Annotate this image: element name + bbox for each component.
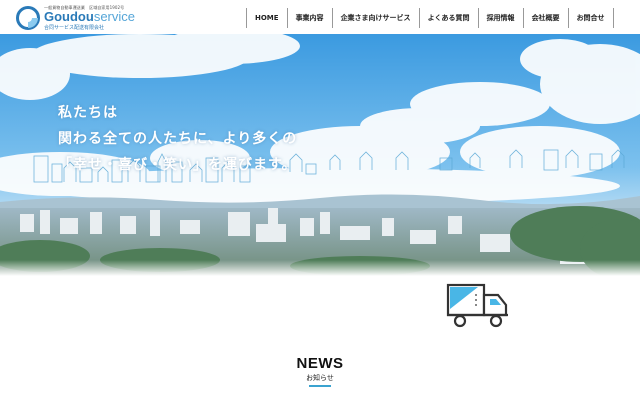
site-header: 一般貨物自動車運送業 区域自家用1902号 Goudouservice 合同サー… — [0, 0, 640, 34]
logo-name-bold: Goudou — [44, 9, 94, 24]
news-title: NEWS — [296, 355, 344, 372]
hero-line-3: 「幸せ・喜び・笑い」を運びます。 — [58, 157, 297, 173]
logo-name-light: service — [93, 9, 136, 24]
hero-line-1: 私たちは — [58, 105, 118, 121]
site-logo[interactable]: 一般貨物自動車運送業 区域自家用1902号 Goudouservice 合同サー… — [16, 5, 136, 31]
hero-line-2: 関わる全ての人たちに、より多くの — [58, 131, 298, 147]
nav-item-recruit[interactable]: 採用情報 — [477, 8, 523, 28]
hero-headline: 私たちは 関わる全ての人たちに、より多くの 「幸せ・喜び・笑い」を運びます。 — [58, 100, 297, 178]
main-nav: HOME 事業内容 企業さま向けサービス よくある質問 採用情報 会社概要 お問… — [246, 8, 614, 28]
logo-wordmark: Goudouservice — [44, 10, 135, 23]
logo-mark-icon — [16, 6, 40, 30]
news-underline — [309, 385, 331, 387]
logo-company-name: 合同サービス配送有限会社 — [44, 25, 105, 31]
nav-item-company[interactable]: 会社概要 — [522, 8, 568, 28]
nav-item-business[interactable]: 事業内容 — [286, 8, 332, 28]
nav-item-corporate-services[interactable]: 企業さま向けサービス — [331, 8, 419, 28]
nav-item-contact[interactable]: お問合せ — [567, 8, 614, 28]
news-subtitle: お知らせ — [306, 374, 334, 382]
delivery-truck-icon — [446, 283, 508, 328]
hero-banner: 私たちは 関わる全ての人たちに、より多くの 「幸せ・喜び・笑い」を運びます。 — [0, 34, 640, 276]
nav-item-faq[interactable]: よくある質問 — [418, 8, 478, 28]
nav-item-home[interactable]: HOME — [246, 8, 287, 28]
news-section: NEWS お知らせ — [0, 356, 640, 387]
